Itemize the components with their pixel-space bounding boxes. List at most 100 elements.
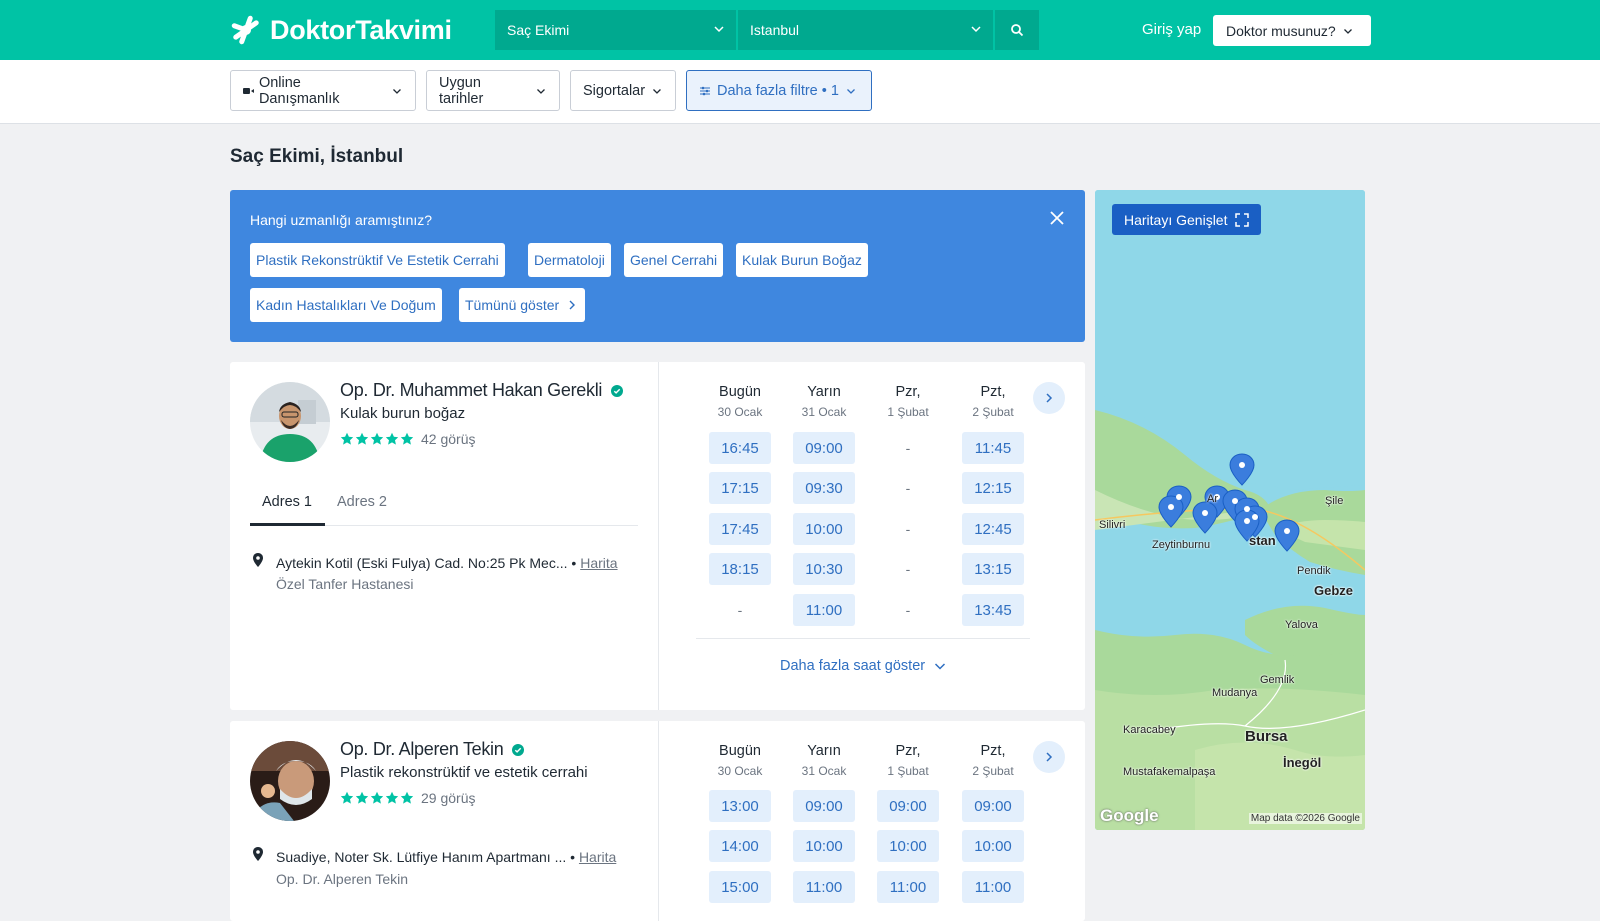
rating-stars[interactable]: 29 görüş [340, 790, 475, 806]
time-slot[interactable]: 17:15 [709, 472, 771, 504]
online-consultation-filter[interactable]: Online Danışmanlık [230, 70, 416, 111]
star-icon [340, 432, 354, 445]
show-more-times-button[interactable]: Daha fazla saat göster [780, 658, 947, 674]
map-place-label: Yalova [1285, 619, 1318, 631]
time-slot[interactable]: 15:00 [709, 871, 771, 903]
day-label: Pzr, [895, 743, 921, 759]
doctor-name[interactable]: Op. Dr. Muhammet Hakan Gerekli [340, 380, 623, 401]
time-slot[interactable]: 17:45 [709, 513, 771, 545]
doctor-name-text: Op. Dr. Muhammet Hakan Gerekli [340, 380, 603, 400]
next-days-button[interactable] [1033, 382, 1065, 414]
map-attribution: Map data ©2026 Google [1248, 813, 1362, 824]
doctor-menu-button[interactable]: Doktor musunuz? [1213, 15, 1371, 46]
next-days-button[interactable] [1033, 741, 1065, 773]
google-logo: Google [1100, 806, 1159, 825]
time-slot[interactable]: 10:00 [962, 830, 1024, 862]
doctor-avatar[interactable] [250, 382, 330, 462]
time-slot[interactable]: 10:00 [793, 830, 855, 862]
time-slot[interactable]: 12:45 [962, 513, 1024, 545]
specialty-chip[interactable]: Genel Cerrahi [624, 243, 724, 277]
time-slot[interactable]: 10:30 [793, 553, 855, 585]
chevron-down-icon [935, 663, 946, 670]
time-slot[interactable]: 10:00 [793, 513, 855, 545]
search-button[interactable] [995, 10, 1039, 50]
tab-address-2[interactable]: Adres 2 [337, 494, 387, 510]
doctor-name[interactable]: Op. Dr. Alperen Tekin [340, 739, 525, 760]
star-icon [340, 791, 354, 804]
show-more-times-label: Daha fazla saat göster [780, 658, 926, 674]
time-slot[interactable]: 13:00 [709, 790, 771, 822]
empty-slot: - [905, 561, 911, 577]
map-link[interactable]: Harita [580, 555, 617, 571]
results-map[interactable]: Haritayı Genişlet Silivri Zeytinburnu Ar… [1095, 190, 1365, 830]
separator-dot: • [571, 555, 581, 571]
show-all-specialties-button[interactable]: Tümünü göster [459, 288, 586, 322]
map-place-label: Gemlik [1260, 674, 1295, 686]
empty-slot: - [905, 521, 911, 537]
city-select[interactable]: Istanbul [738, 10, 994, 50]
time-slot[interactable]: 09:00 [793, 790, 855, 822]
map-place-label: Pendik [1297, 565, 1331, 577]
chevron-right-icon [1046, 393, 1053, 403]
time-slot[interactable]: 10:00 [877, 830, 939, 862]
filter-sliders-icon [700, 86, 710, 95]
logo-icon [231, 15, 259, 45]
verified-badge-icon [512, 744, 525, 757]
more-filters-button[interactable]: Daha fazla filtre • 1 [686, 70, 872, 111]
tab-address-1[interactable]: Adres 1 [262, 494, 312, 510]
search-icon [1011, 24, 1024, 37]
time-slot[interactable]: 09:00 [877, 790, 939, 822]
time-slot[interactable]: 11:00 [793, 594, 855, 626]
star-icon [370, 432, 384, 445]
time-slot[interactable]: 09:00 [962, 790, 1024, 822]
time-slot[interactable]: 14:00 [709, 830, 771, 862]
day-date: 1 Şubat [887, 764, 929, 778]
time-slot[interactable]: 13:45 [962, 594, 1024, 626]
day-date: 30 Ocak [717, 764, 763, 778]
insurance-filter[interactable]: Sigortalar [570, 70, 676, 111]
login-link[interactable]: Giriş yap [1142, 21, 1201, 38]
day-date: 2 Şubat [972, 405, 1014, 419]
address-text: Suadiye, Noter Sk. Lütfiye Hanım Apartma… [276, 849, 567, 865]
map-link[interactable]: Harita [579, 849, 616, 865]
time-slot[interactable]: 11:00 [877, 871, 939, 903]
time-slot[interactable]: 09:00 [793, 432, 855, 464]
time-slot[interactable]: 18:15 [709, 553, 771, 585]
available-dates-label: Uygun tarihler [439, 74, 484, 107]
chevron-down-icon [653, 88, 661, 94]
day-label: Pzr, [895, 384, 921, 400]
doctor-avatar[interactable] [250, 741, 330, 821]
available-dates-filter[interactable]: Uygun tarihler [426, 70, 560, 111]
day-date: 2 Şubat [972, 764, 1014, 778]
specialty-chip[interactable]: Kadın Hastalıkları Ve Doğum [250, 288, 442, 322]
day-date: 1 Şubat [887, 405, 929, 419]
time-slot[interactable]: 12:15 [962, 472, 1024, 504]
top-header: DoktorTakvimi Saç Ekimi Istanbul Giriş y… [0, 0, 1600, 60]
facility-name: Op. Dr. Alperen Tekin [276, 871, 409, 887]
time-slot[interactable]: 11:45 [962, 432, 1024, 464]
time-slot[interactable]: 13:15 [962, 553, 1024, 585]
map-place-label: Gebze [1314, 583, 1354, 598]
specialty-select[interactable]: Saç Ekimi [495, 10, 737, 50]
review-count: 29 görüş [421, 790, 476, 806]
time-slot[interactable]: 11:00 [793, 871, 855, 903]
chevron-right-icon [569, 300, 576, 310]
specialty-chip[interactable]: Plastik Rekonstrüktif Ve Estetik Cerrahi [250, 243, 505, 277]
rating-stars[interactable]: 42 görüş [340, 431, 475, 447]
specialty-question: Hangi uzmanlığı aramıştınız? [250, 212, 433, 228]
expand-map-button[interactable]: Haritayı Genişlet [1112, 204, 1262, 235]
logo[interactable]: DoktorTakvimi [230, 14, 452, 46]
specialty-chip[interactable]: Kulak Burun Boğaz [736, 243, 868, 277]
close-icon[interactable] [1049, 210, 1065, 226]
active-tab-indicator [250, 523, 325, 526]
map-place-label: İnegöl [1283, 755, 1322, 770]
doctor-card: Op. Dr. Muhammet Hakan Gerekli Kulak bur… [230, 362, 1085, 710]
location-pin-icon [253, 847, 263, 861]
star-icon [400, 432, 414, 445]
map-place-label: Bursa [1245, 728, 1288, 745]
specialty-chip[interactable]: Dermatoloji [528, 243, 611, 277]
day-label: Yarın [807, 384, 841, 400]
time-slot[interactable]: 11:00 [962, 871, 1024, 903]
time-slot[interactable]: 09:30 [793, 472, 855, 504]
time-slot[interactable]: 16:45 [709, 432, 771, 464]
